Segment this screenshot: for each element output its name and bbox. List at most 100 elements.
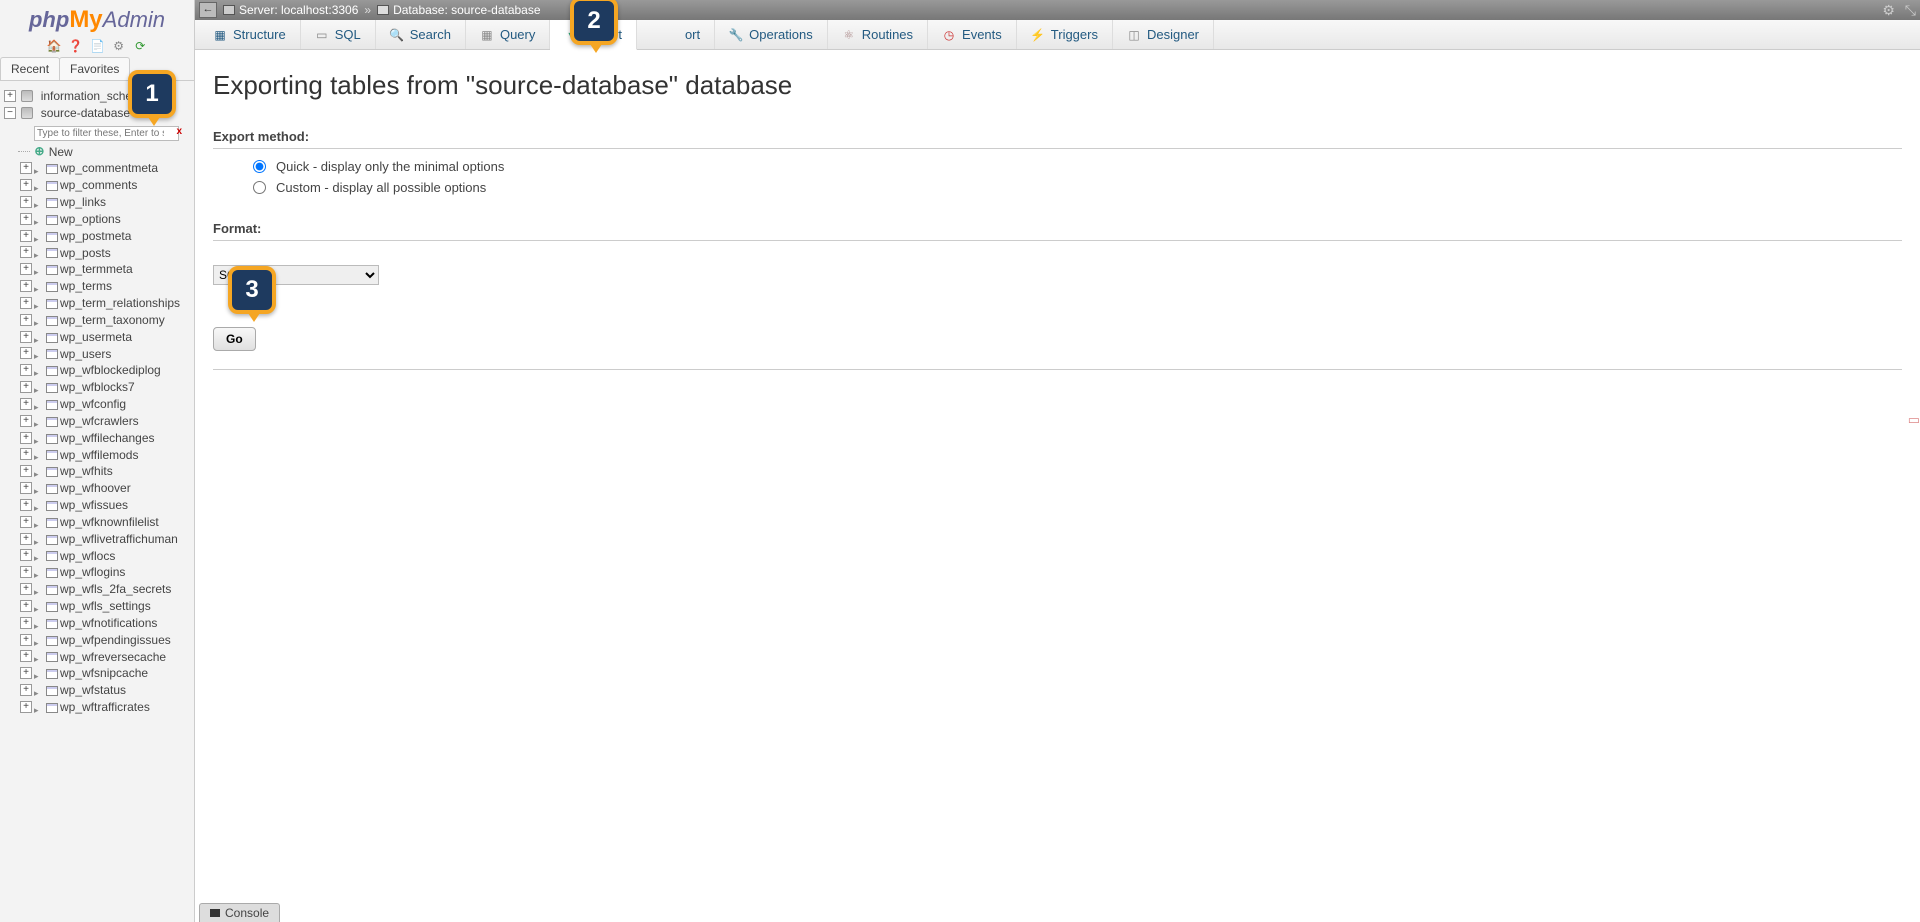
table-label[interactable]: wp_postmeta xyxy=(60,229,131,243)
expand-icon[interactable]: + xyxy=(20,650,32,662)
table-label[interactable]: wp_wfhits xyxy=(60,464,113,478)
expand-icon[interactable]: + xyxy=(20,213,32,225)
expand-icon[interactable]: + xyxy=(20,162,32,174)
table-label[interactable]: wp_users xyxy=(60,346,111,360)
table-node[interactable]: +wp_links xyxy=(18,193,194,210)
home-icon[interactable]: 🏠 xyxy=(47,39,61,53)
expand-icon[interactable]: + xyxy=(20,684,32,696)
console-toggle[interactable]: Console xyxy=(199,903,280,922)
expand-icon[interactable]: + xyxy=(20,280,32,292)
table-node[interactable]: + wp_wfhits xyxy=(18,462,194,479)
table-label[interactable]: wp_wfls_settings xyxy=(60,599,151,613)
table-node[interactable]: + wp_options xyxy=(18,210,194,227)
table-label[interactable]: wp_wfcrawlers xyxy=(60,414,139,428)
table-node[interactable]: +wp_wffilemods xyxy=(18,446,194,463)
table-label[interactable]: wp_wflocs xyxy=(60,548,115,562)
table-label[interactable]: wp_wfpendingissues xyxy=(60,633,171,647)
expand-icon[interactable]: + xyxy=(20,263,32,275)
radio-quick-label[interactable]: Quick - display only the minimal options xyxy=(276,159,504,174)
table-label[interactable]: wp_wfissues xyxy=(60,498,128,512)
table-label[interactable]: wp_wfsnipcache xyxy=(60,666,148,680)
expand-icon[interactable]: + xyxy=(20,667,32,679)
table-node[interactable]: + wp_usermeta xyxy=(18,328,194,345)
go-button[interactable]: Go xyxy=(213,327,256,351)
expand-icon[interactable]: + xyxy=(20,482,32,494)
table-node[interactable]: +wp_wftrafficrates xyxy=(18,698,194,715)
table-node[interactable]: + wp_wfreversecache xyxy=(18,648,194,665)
breadcrumb-database[interactable]: Database: source-database xyxy=(393,3,540,17)
table-node[interactable]: + wp_wfissues xyxy=(18,496,194,513)
table-label[interactable]: wp_options xyxy=(60,212,121,226)
table-node[interactable]: +wp_term_relationships xyxy=(18,294,194,311)
radio-quick[interactable] xyxy=(253,160,266,173)
table-label[interactable]: wp_wffilechanges xyxy=(60,431,155,445)
tab-favorites[interactable]: Favorites xyxy=(59,57,130,80)
tab-sql[interactable]: ▭SQL xyxy=(301,20,376,49)
expand-icon[interactable]: + xyxy=(20,381,32,393)
table-node[interactable]: + wp_wfsnipcache xyxy=(18,664,194,681)
phpmyadmin-logo[interactable]: phpMyAdmin xyxy=(0,0,194,36)
expand-icon[interactable]: + xyxy=(20,415,32,427)
table-node[interactable]: + wp_terms xyxy=(18,277,194,294)
expand-icon[interactable]: + xyxy=(20,583,32,595)
expand-icon[interactable]: + xyxy=(20,465,32,477)
settings-icon[interactable]: ⚙ xyxy=(112,39,126,53)
table-label[interactable]: wp_links xyxy=(60,195,106,209)
gear-icon[interactable]: ⚙ xyxy=(1882,2,1895,18)
table-node[interactable]: + wp_posts xyxy=(18,244,194,261)
table-node[interactable]: +wp_wfblockediplog xyxy=(18,361,194,378)
table-node[interactable]: +wp_wfhoover xyxy=(18,479,194,496)
table-label[interactable]: wp_commentmeta xyxy=(60,161,158,175)
expand-icon[interactable]: + xyxy=(20,331,32,343)
tab-triggers[interactable]: ⚡Triggers xyxy=(1017,20,1113,49)
table-label[interactable]: wp_wfconfig xyxy=(60,397,126,411)
collapse-icon[interactable]: ⤡ xyxy=(1905,2,1916,18)
table-node[interactable]: +wp_wflogins xyxy=(18,563,194,580)
table-label[interactable]: wp_term_taxonomy xyxy=(60,313,165,327)
tab-structure[interactable]: ▦Structure xyxy=(199,20,301,49)
tab-events[interactable]: ◷Events xyxy=(928,20,1017,49)
expand-icon[interactable]: + xyxy=(20,314,32,326)
db-label[interactable]: source-database xyxy=(41,106,130,120)
tab-designer[interactable]: ◫Designer xyxy=(1113,20,1214,49)
table-label[interactable]: wp_wfnotifications xyxy=(60,616,157,630)
table-node[interactable]: +wp_wfblocks7 xyxy=(18,378,194,395)
collapse-icon[interactable]: − xyxy=(4,107,16,119)
expand-icon[interactable]: + xyxy=(20,398,32,410)
table-label[interactable]: wp_comments xyxy=(60,178,137,192)
new-label[interactable]: New xyxy=(49,144,73,158)
expand-icon[interactable]: + xyxy=(20,634,32,646)
table-label[interactable]: wp_termmeta xyxy=(60,262,133,276)
table-node[interactable]: +wp_wfknownfilelist xyxy=(18,513,194,530)
expand-icon[interactable]: + xyxy=(20,230,32,242)
table-label[interactable]: wp_terms xyxy=(60,279,112,293)
table-node[interactable]: + wp_wfconfig xyxy=(18,395,194,412)
radio-custom[interactable] xyxy=(253,181,266,194)
table-node[interactable]: + wp_commentmeta xyxy=(18,159,194,176)
table-label[interactable]: wp_wfreversecache xyxy=(60,649,166,663)
expand-icon[interactable]: + xyxy=(20,549,32,561)
tab-operations[interactable]: 🔧Operations xyxy=(715,20,828,49)
expand-icon[interactable]: + xyxy=(20,600,32,612)
table-label[interactable]: wp_wfstatus xyxy=(60,683,126,697)
expand-icon[interactable]: + xyxy=(20,499,32,511)
table-label[interactable]: wp_wftrafficrates xyxy=(60,700,150,714)
table-node[interactable]: + wp_termmeta xyxy=(18,260,194,277)
expand-icon[interactable]: + xyxy=(20,533,32,545)
expand-icon[interactable]: + xyxy=(20,246,32,258)
table-label[interactable]: wp_wflivetraffichuman xyxy=(60,532,178,546)
table-node[interactable]: + wp_wflivetraffichuman xyxy=(18,530,194,547)
table-label[interactable]: wp_wfknownfilelist xyxy=(60,515,159,529)
reload-icon[interactable]: ⟳ xyxy=(133,39,147,53)
tab-recent[interactable]: Recent xyxy=(0,57,60,80)
table-node[interactable]: +wp_wfnotifications xyxy=(18,614,194,631)
new-table-node[interactable]: ⊕ New xyxy=(18,143,194,160)
table-node[interactable]: + wp_wflocs xyxy=(18,547,194,564)
filter-clear-icon[interactable]: x xyxy=(176,126,182,137)
table-label[interactable]: wp_posts xyxy=(60,245,111,259)
table-node[interactable]: +wp_comments xyxy=(18,176,194,193)
table-node[interactable]: + wp_postmeta xyxy=(18,227,194,244)
table-label[interactable]: wp_usermeta xyxy=(60,330,132,344)
table-label[interactable]: wp_wffilemods xyxy=(60,447,138,461)
table-label[interactable]: wp_wfls_2fa_secrets xyxy=(60,582,171,596)
